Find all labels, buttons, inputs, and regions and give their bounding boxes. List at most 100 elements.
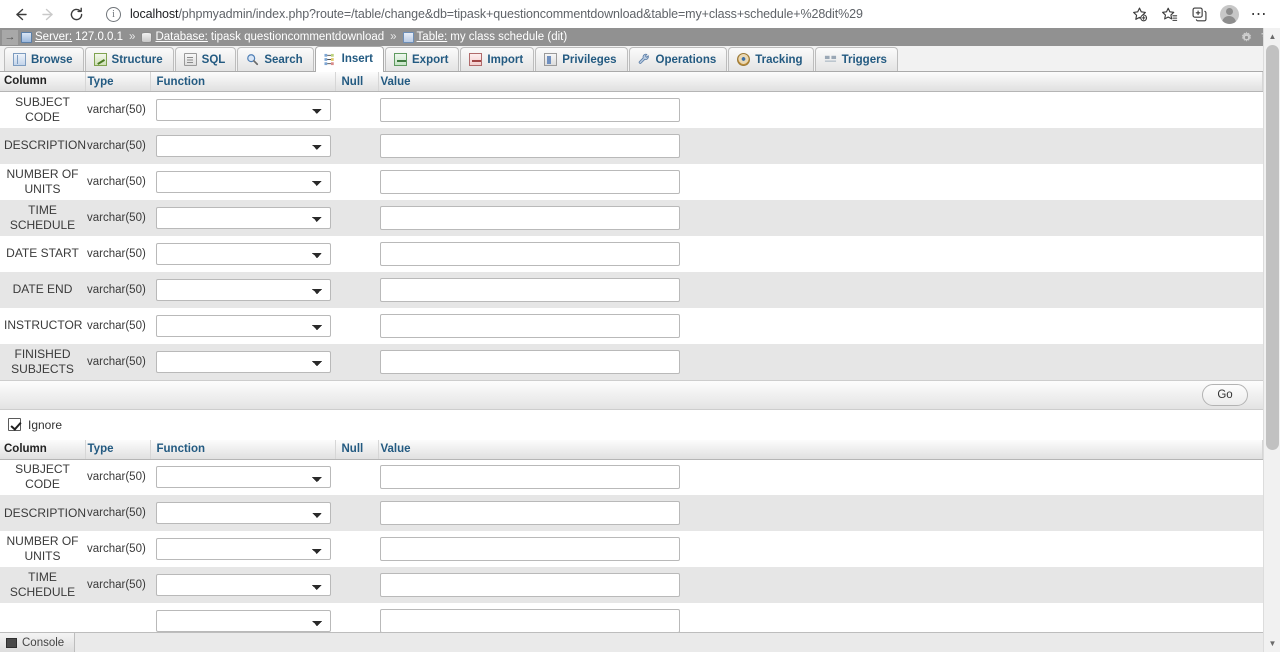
- row-null-cell: [335, 343, 378, 380]
- value-input[interactable]: [380, 241, 680, 266]
- breadcrumb-database[interactable]: Database: tipask questioncommentdownload: [141, 31, 384, 43]
- value-input[interactable]: [380, 537, 680, 561]
- table-row: DATE END varchar(50): [0, 271, 1263, 308]
- forward-button[interactable]: [34, 1, 62, 27]
- value-input[interactable]: [380, 501, 680, 525]
- breadcrumb-table[interactable]: Table: my class schedule (dit): [402, 31, 568, 43]
- value-input[interactable]: [380, 133, 680, 158]
- function-select[interactable]: [156, 466, 331, 489]
- row-column-name: SUBJECT CODE: [0, 459, 85, 495]
- header-value[interactable]: Value: [378, 439, 1263, 460]
- row-column-name: FINISHED SUBJECTS: [0, 343, 85, 380]
- table-body-2: SUBJECT CODE varchar(50) DESCRIPTION var…: [0, 459, 1263, 639]
- function-select[interactable]: [156, 610, 331, 632]
- ignore-checkbox[interactable]: [8, 418, 21, 431]
- pma-breadcrumb-bar: → Server: 127.0.0.1 » Database: tipask q…: [0, 28, 1280, 46]
- row-value-cell: [378, 567, 1263, 603]
- header-null[interactable]: Null: [335, 439, 379, 460]
- tab-sql[interactable]: SQL: [174, 47, 237, 71]
- tab-insert[interactable]: Insert: [314, 46, 384, 72]
- function-select[interactable]: [156, 538, 331, 560]
- more-options-icon[interactable]: ⋯: [1244, 1, 1274, 27]
- header-function[interactable]: Function: [150, 439, 336, 460]
- tab-triggers[interactable]: Triggers: [814, 47, 898, 71]
- tab-operations[interactable]: Operations: [628, 47, 728, 71]
- row-function-cell: [150, 271, 335, 308]
- row-function-cell: [150, 127, 335, 164]
- tab-browse[interactable]: Browse: [4, 47, 84, 71]
- function-select[interactable]: [156, 314, 331, 337]
- row-function-cell: [150, 307, 335, 344]
- tab-import[interactable]: Import: [460, 47, 535, 71]
- row-function-cell: [150, 163, 335, 200]
- tab-export[interactable]: Export: [385, 47, 460, 71]
- table-row: NUMBER OF UNITS varchar(50): [0, 531, 1263, 567]
- value-input[interactable]: [380, 169, 680, 194]
- function-select[interactable]: [156, 98, 331, 121]
- row-column-type: varchar(50): [85, 495, 150, 531]
- scrollbar-thumb[interactable]: [1266, 45, 1279, 450]
- header-column[interactable]: Column: [0, 439, 86, 460]
- navigation-toggle-icon[interactable]: →: [2, 29, 18, 45]
- breadcrumb-server[interactable]: Server: 127.0.0.1: [21, 31, 123, 43]
- function-select[interactable]: [156, 574, 331, 596]
- value-input[interactable]: [380, 349, 680, 374]
- profile-avatar-icon[interactable]: [1214, 1, 1244, 27]
- value-input[interactable]: [380, 313, 680, 338]
- add-favorite-star-icon[interactable]: [1124, 1, 1154, 27]
- function-select[interactable]: [156, 134, 331, 157]
- value-input[interactable]: [380, 465, 680, 490]
- row-column-type: varchar(50): [85, 531, 150, 567]
- go-button[interactable]: Go: [1202, 383, 1248, 406]
- tab-privileges[interactable]: Privileges: [535, 47, 628, 71]
- pma-tab-bar: Browse Structure SQL Search Insert Expor…: [0, 46, 1280, 72]
- sql-icon: [183, 53, 197, 66]
- function-select[interactable]: [156, 278, 331, 301]
- url-host: localhost: [130, 7, 179, 21]
- header-value[interactable]: Value: [378, 72, 1263, 92]
- console-tab[interactable]: Console: [0, 632, 76, 652]
- address-bar[interactable]: i localhost/phpmyadmin/index.php?route=/…: [98, 3, 1118, 25]
- row-column-name: NUMBER OF UNITS: [0, 531, 85, 567]
- table-row: DESCRIPTION varchar(50): [0, 127, 1263, 164]
- breadcrumb-table-value: my class schedule (dit): [450, 31, 568, 43]
- header-type[interactable]: Type: [85, 439, 151, 460]
- row-null-cell: [335, 163, 378, 200]
- header-null[interactable]: Null: [335, 72, 379, 92]
- row-value-cell: [378, 127, 1263, 164]
- function-select[interactable]: [156, 170, 331, 193]
- header-type[interactable]: Type: [85, 72, 151, 92]
- value-input[interactable]: [380, 97, 680, 122]
- tab-tracking-label: Tracking: [755, 53, 803, 66]
- console-bar[interactable]: Console: [0, 632, 1263, 652]
- scroll-viewport: Column Type Function Null Value SUBJECT …: [0, 72, 1263, 652]
- scroll-down-arrow-icon[interactable]: ▼: [1264, 635, 1280, 652]
- row-column-name: DATE START: [0, 235, 85, 272]
- gear-icon[interactable]: [1240, 31, 1253, 44]
- tab-structure[interactable]: Structure: [84, 47, 174, 71]
- header-column[interactable]: Column: [0, 72, 86, 92]
- value-input[interactable]: [380, 277, 680, 302]
- tab-search[interactable]: Search: [237, 47, 314, 71]
- reload-button[interactable]: [62, 1, 90, 27]
- value-input[interactable]: [380, 205, 680, 230]
- function-select[interactable]: [156, 206, 331, 229]
- scroll-up-arrow-icon[interactable]: ▲: [1264, 28, 1280, 45]
- function-select[interactable]: [156, 350, 331, 373]
- row-null-cell: [335, 127, 378, 164]
- table-row: NUMBER OF UNITS varchar(50): [0, 163, 1263, 200]
- function-select[interactable]: [156, 242, 331, 265]
- back-button[interactable]: [6, 1, 34, 27]
- split-screen-icon[interactable]: [1184, 1, 1214, 27]
- table-body-1: SUBJECT CODE varchar(50) DESCRIPTION var…: [0, 91, 1263, 380]
- table-row: SUBJECT CODE varchar(50): [0, 91, 1263, 128]
- page-scrollbar[interactable]: ▲ ▼: [1263, 28, 1280, 652]
- favorites-icon[interactable]: [1154, 1, 1184, 27]
- value-input[interactable]: [380, 573, 680, 597]
- site-info-icon[interactable]: i: [106, 6, 121, 22]
- header-function[interactable]: Function: [150, 72, 336, 92]
- row-null-cell: [335, 495, 378, 531]
- value-input[interactable]: [380, 609, 680, 633]
- function-select[interactable]: [156, 502, 331, 524]
- tab-tracking[interactable]: Tracking: [728, 47, 814, 71]
